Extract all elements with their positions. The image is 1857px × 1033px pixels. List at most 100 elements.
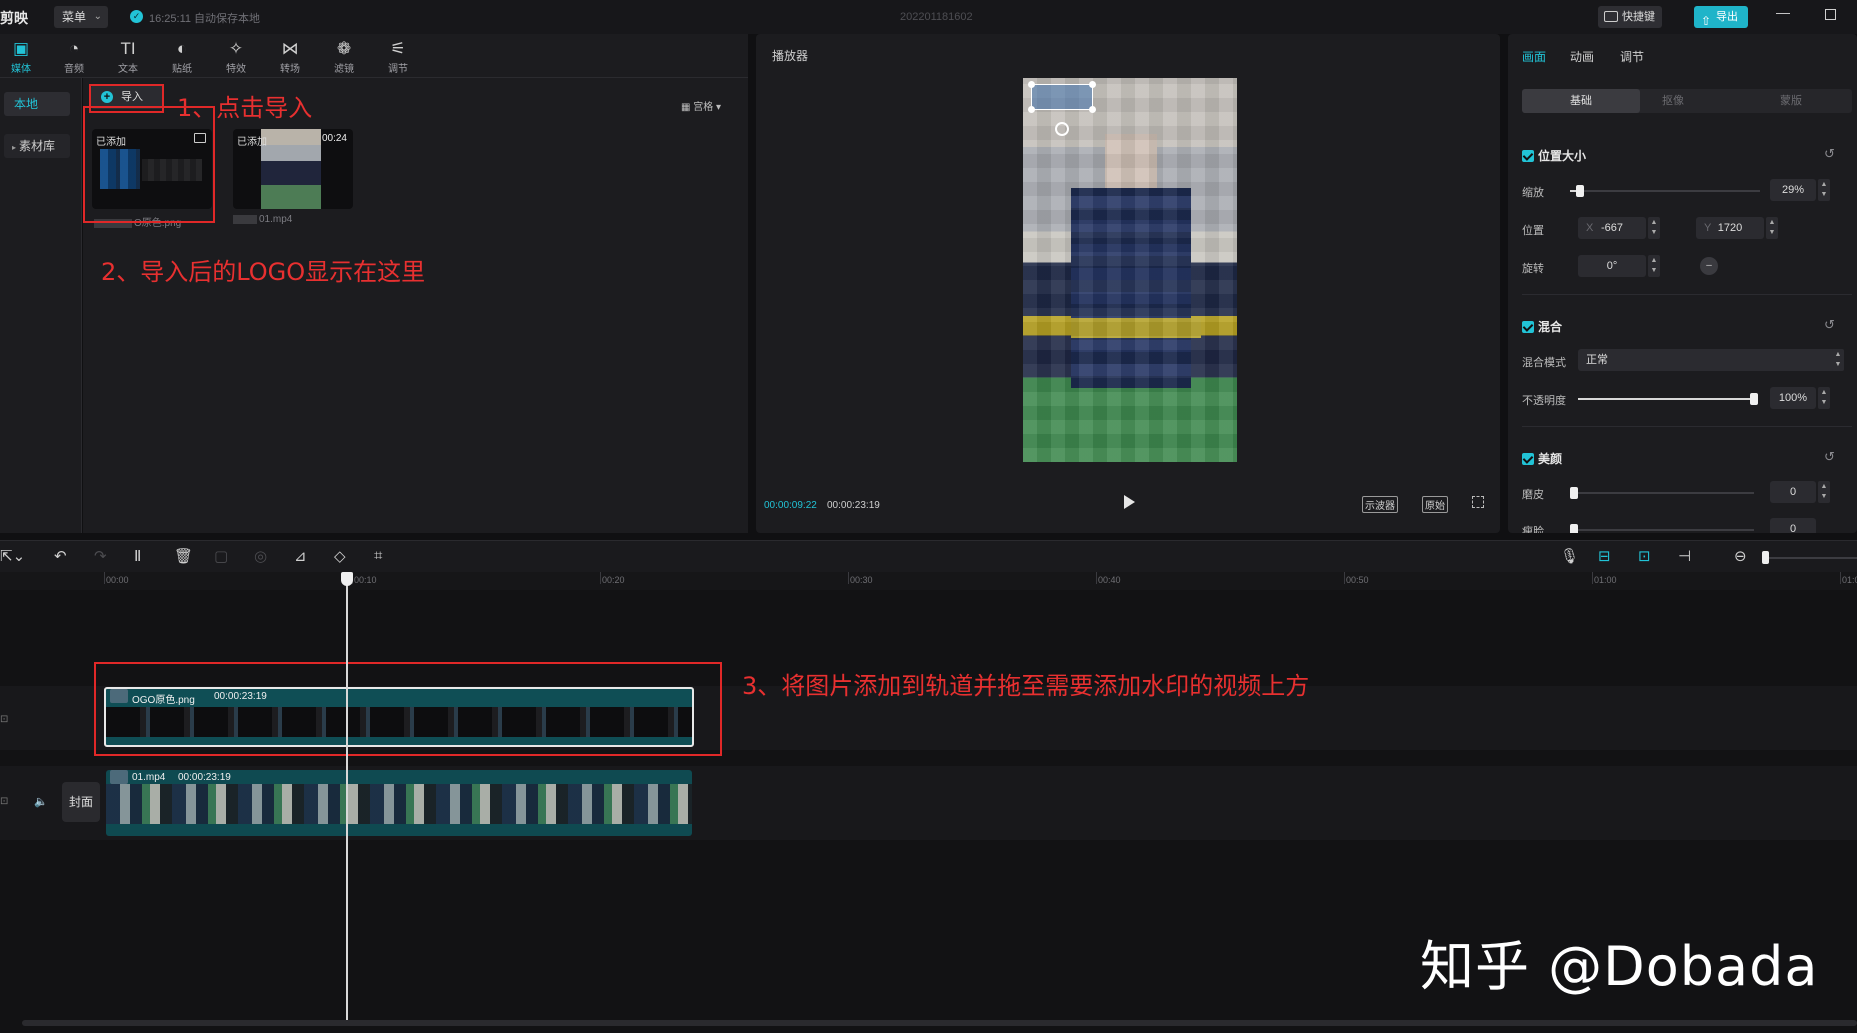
section-heading: 美颜 (1538, 452, 1563, 466)
zoom-slider-handle[interactable] (1762, 551, 1769, 564)
delete-icon[interactable]: 🗑 (174, 547, 193, 565)
horizontal-scrollbar[interactable] (22, 1020, 1857, 1026)
play-icon[interactable] (1124, 495, 1135, 509)
track-lock-icon[interactable]: ⊡ (0, 714, 8, 725)
linkage-icon[interactable]: ⊣ (1678, 547, 1691, 565)
clip-filmstrip (106, 784, 692, 824)
mirror-icon[interactable]: ⊿ (294, 547, 307, 565)
slim-slider[interactable] (1574, 529, 1754, 531)
section-position-size[interactable]: 位置大小 (1522, 147, 1586, 164)
auto-snap-icon[interactable]: ⊡ (1638, 547, 1651, 565)
reverse-icon[interactable]: ◎ (254, 547, 267, 565)
scale-stepper[interactable]: ▲ ▼ (1818, 179, 1830, 201)
tool-transition[interactable]: ⋈ 转场 (269, 38, 311, 75)
preview-canvas[interactable] (1023, 78, 1237, 462)
reset-icon[interactable]: ↺ (1824, 317, 1835, 333)
media-panel: + 导入 1、点击导入 ▦ 宫格 ▾ 已添加 O原色.png 已添加 00:24… (83, 78, 748, 533)
clip-duration: 00:00:23:19 (178, 772, 231, 783)
ruler-label: 01:00 (1594, 575, 1617, 585)
video-clip[interactable]: 01.mp4 00:00:23:19 (106, 770, 692, 836)
tab-adjust[interactable]: 调节 (1620, 48, 1644, 65)
tool-media[interactable]: ▣ 媒体 (0, 38, 42, 75)
position-x-stepper[interactable]: ▲ ▼ (1648, 217, 1660, 239)
reset-icon[interactable]: ↺ (1824, 449, 1835, 465)
microphone-icon[interactable]: 🎙 (1560, 547, 1579, 565)
main-track-magnet-icon[interactable]: ⊟ (1598, 547, 1611, 565)
sticker-icon: ◐ (176, 39, 188, 58)
nav-local[interactable]: 本地 (4, 92, 70, 116)
resize-handle[interactable] (1028, 81, 1035, 88)
scale-value[interactable]: 29% (1770, 179, 1816, 201)
split-icon[interactable]: Ⅱ (134, 547, 141, 565)
rotate-handle-icon[interactable] (1055, 122, 1069, 136)
track-lock-icon[interactable]: ⊡ (0, 796, 8, 807)
resize-handle[interactable] (1089, 106, 1096, 113)
opacity-slider-handle[interactable] (1750, 393, 1758, 405)
ruler-tick (104, 572, 105, 584)
fullscreen-icon[interactable] (1472, 496, 1484, 508)
opacity-value[interactable]: 100% (1770, 387, 1816, 409)
smooth-value[interactable]: 0 (1770, 481, 1816, 503)
select-tool-icon[interactable]: ⇱⌄ (0, 547, 25, 565)
tool-adjust[interactable]: ⚟ 调节 (377, 38, 419, 75)
undo-icon[interactable]: ↶ (54, 547, 67, 565)
playhead-handle[interactable] (341, 572, 353, 586)
section-heading: 位置大小 (1538, 149, 1587, 163)
scope-button[interactable]: 示波器 (1362, 496, 1398, 513)
export-button[interactable]: ⇧ 导出 (1694, 6, 1748, 28)
resize-handle[interactable] (1028, 106, 1035, 113)
nav-library[interactable]: ▸ 素材库 (4, 134, 70, 158)
blend-mode-chevron-icon[interactable]: ▲ ▼ (1832, 349, 1844, 371)
rotation-stepper[interactable]: ▲ ▼ (1648, 255, 1660, 277)
smooth-stepper[interactable]: ▲ ▼ (1818, 481, 1830, 503)
minimize-icon[interactable]: — (1776, 4, 1790, 20)
original-ratio-button[interactable]: 原始 (1422, 496, 1448, 513)
reset-icon[interactable]: ↺ (1824, 146, 1835, 162)
sub-tab-cutout[interactable]: 抠像 (1614, 89, 1732, 113)
clip-name: 01.mp4 (132, 772, 166, 783)
crop-icon[interactable]: ⌗ (374, 547, 382, 564)
smooth-slider-handle[interactable] (1570, 487, 1578, 499)
playhead[interactable] (346, 572, 348, 1020)
blend-mode-select[interactable]: 正常 (1578, 349, 1838, 371)
section-beauty[interactable]: 美颜 (1522, 450, 1562, 467)
logo-overlay-selection[interactable] (1028, 81, 1096, 113)
tool-effects[interactable]: ✧ 特效 (215, 38, 257, 75)
maximize-icon[interactable] (1825, 9, 1836, 20)
tool-sticker[interactable]: ◐ 贴纸 (161, 38, 203, 75)
redo-icon[interactable]: ↷ (94, 547, 107, 565)
zoom-out-icon[interactable]: ⊖ (1734, 547, 1747, 565)
hotkey-button[interactable]: 快捷键 (1598, 6, 1662, 28)
zoom-slider[interactable] (1765, 557, 1857, 559)
resize-handle[interactable] (1089, 81, 1096, 88)
upload-icon: ⇧ (1701, 14, 1712, 28)
rotation-dial-icon[interactable]: – (1700, 257, 1718, 275)
freeze-icon[interactable]: ▢ (214, 547, 228, 565)
smooth-slider[interactable] (1574, 492, 1754, 494)
media-thumbnail[interactable]: 已添加 00:24 (233, 129, 353, 209)
rotate-icon[interactable]: ◇ (334, 547, 346, 565)
menu-button[interactable]: 菜单 ⌄ (54, 6, 108, 28)
tab-animation[interactable]: 动画 (1570, 48, 1594, 65)
position-y-field[interactable]: Y 1720 (1696, 217, 1764, 239)
tool-filter[interactable]: ❁ 滤镜 (323, 38, 365, 75)
section-blend[interactable]: 混合 (1522, 318, 1562, 335)
cover-button[interactable]: 封面 (62, 782, 100, 822)
scale-slider-handle[interactable] (1575, 185, 1584, 197)
timeline-ruler[interactable]: 00:00 00:10 00:20 00:30 00:40 00:50 01:0… (0, 572, 1857, 590)
position-y-stepper[interactable]: ▲ ▼ (1766, 217, 1778, 239)
view-toggle[interactable]: ▦ 宫格 ▾ (681, 98, 721, 113)
tool-text[interactable]: TI 文本 (107, 38, 149, 75)
opacity-stepper[interactable]: ▲ ▼ (1818, 387, 1830, 409)
sub-tab-mask[interactable]: 蒙版 (1732, 89, 1850, 113)
caret-right-icon: ▸ (12, 143, 17, 152)
rotation-field[interactable]: 0° (1578, 255, 1646, 277)
tool-label: 媒体 (11, 64, 31, 75)
scale-slider[interactable] (1570, 190, 1760, 192)
position-x-field[interactable]: X -667 (1578, 217, 1646, 239)
slim-value[interactable]: 0 (1770, 518, 1816, 533)
tab-picture[interactable]: 画面 (1522, 48, 1546, 65)
slim-slider-handle[interactable] (1570, 524, 1578, 533)
tool-audio[interactable]: ◔ 音频 (53, 38, 95, 75)
volume-icon[interactable]: 🔈 (34, 795, 48, 808)
